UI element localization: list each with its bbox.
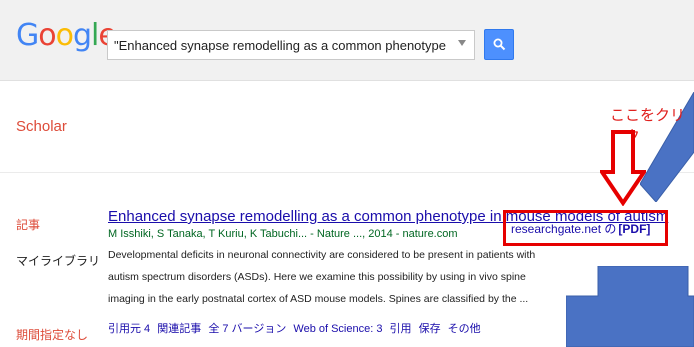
logo-letter: o	[55, 18, 74, 53]
web-of-science-link[interactable]: Web of Science: 3	[293, 323, 382, 335]
result-snippet-line: autism spectrum disorders (ASDs). Here w…	[108, 271, 526, 283]
pdf-link[interactable]: researchgate.net の [PDF]	[511, 220, 650, 237]
cite-link[interactable]: 引用	[390, 323, 412, 335]
search-box[interactable]	[107, 30, 475, 60]
related-articles-link[interactable]: 関連記事	[157, 323, 201, 335]
header-bar: Google	[0, 0, 694, 81]
sidebar-item-articles[interactable]: 記事	[16, 216, 40, 233]
logo-letter: G	[16, 18, 39, 53]
sidebar-item-my-library[interactable]: マイライブラリ	[16, 252, 100, 269]
result-snippet-line: imaging in the early postnatal cortex of…	[108, 293, 529, 305]
all-versions-link[interactable]: 全 7 バージョン	[208, 323, 286, 335]
logo-letter: l	[91, 18, 99, 53]
search-icon	[493, 38, 506, 51]
chevron-down-icon[interactable]	[458, 40, 466, 46]
search-input[interactable]	[114, 31, 448, 59]
sidebar-item-date-range[interactable]: 期間指定なし	[16, 326, 88, 343]
scholar-label[interactable]: Scholar	[16, 118, 67, 135]
google-logo[interactable]: Google	[16, 18, 117, 54]
blue-down-arrow-shape	[566, 266, 694, 347]
result-links: 引用元 4 関連記事 全 7 バージョン Web of Science: 3 引…	[108, 320, 485, 336]
pdf-tag: [PDF]	[618, 222, 651, 236]
more-link[interactable]: その他	[448, 323, 481, 335]
logo-letter: g	[72, 18, 92, 53]
search-button[interactable]	[484, 29, 514, 60]
cited-by-link[interactable]: 引用元 4	[108, 323, 150, 335]
section-divider	[0, 172, 694, 173]
result-snippet-line: Developmental deficits in neuronal conne…	[108, 249, 536, 261]
save-link[interactable]: 保存	[419, 323, 441, 335]
pdf-source: researchgate.net の	[511, 222, 617, 236]
logo-letter: o	[38, 18, 56, 53]
red-down-arrow-icon	[600, 130, 646, 206]
result-authors: M Isshiki, S Tanaka, T Kuriu, K Tabuchi.…	[108, 228, 458, 240]
